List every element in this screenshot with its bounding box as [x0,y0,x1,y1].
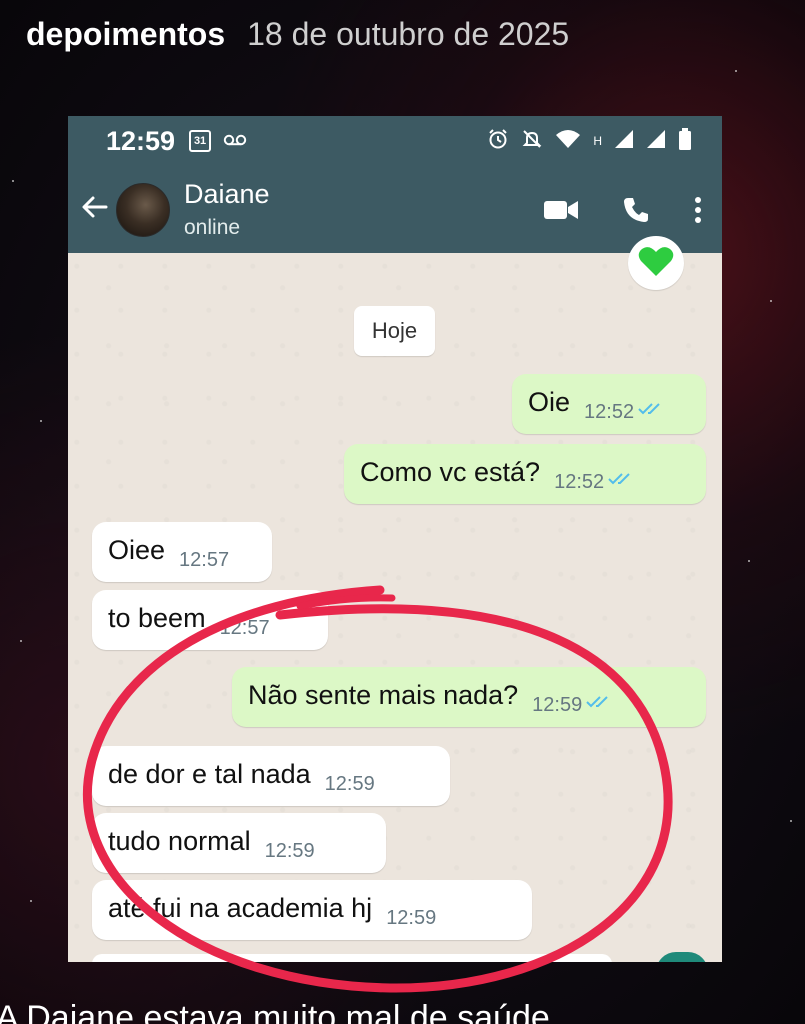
message-text: Oiee [108,535,166,565]
chat-header: Daiane online [68,166,722,253]
more-options-icon[interactable] [694,196,702,224]
story-date: 18 de outubro de 2025 [247,15,570,52]
voicemail-icon [223,131,247,151]
mute-icon [521,128,543,155]
heart-reaction [628,236,684,290]
message-incoming[interactable]: to beem 12:57 [92,590,328,650]
message-text: de dor e tal nada [108,759,311,789]
signal-icon [614,129,634,154]
next-message-edge [92,954,612,962]
video-call-icon[interactable] [544,199,578,221]
message-text: Oie [528,387,571,417]
calendar-icon: 31 [189,130,212,152]
status-bar: 12:59 31 H [68,116,722,166]
message-incoming[interactable]: tudo normal 12:59 [92,813,386,873]
message-incoming[interactable]: Oiee 12:57 [92,522,272,582]
whatsapp-screenshot: 12:59 31 H Daiane online Hoje Oie 12:52 … [68,116,722,962]
message-time: 12:52 [554,471,605,493]
battery-icon [678,127,692,155]
contact-status: online [184,216,241,239]
date-separator: Hoje [354,306,435,356]
message-text: até fui na academia hj [108,893,373,923]
story-caption: A Daiane estava muito mal de saúde [0,999,550,1024]
alarm-icon [487,128,509,155]
story-username[interactable]: depoimentos [26,16,225,53]
read-ticks-icon [608,472,634,491]
status-time: 12:59 [106,125,176,156]
message-text: Como vc está? [360,457,541,487]
message-incoming[interactable]: de dor e tal nada 12:59 [92,746,450,806]
message-time: 12:59 [324,773,375,795]
back-arrow-icon[interactable] [80,192,110,227]
message-time: 12:57 [179,549,230,571]
wifi-icon [555,129,581,154]
message-text: to beem [108,603,206,633]
message-time: 12:59 [264,840,315,862]
message-text: Não sente mais nada? [248,680,519,710]
message-time: 12:57 [219,617,270,639]
message-outgoing[interactable]: Não sente mais nada? 12:59 [232,667,706,727]
message-incoming[interactable]: até fui na academia hj 12:59 [92,880,532,940]
story-header: depoimentos 18 de outubro de 2025 [26,14,569,54]
green-heart-icon [638,245,674,282]
avatar[interactable] [116,182,170,237]
message-outgoing[interactable]: Oie 12:52 [512,374,706,434]
message-time: 12:59 [532,694,583,716]
contact-name: Daiane [184,179,270,209]
message-text: tudo normal [108,826,251,856]
voice-call-icon[interactable] [622,196,650,224]
read-ticks-icon [586,695,612,714]
message-outgoing[interactable]: Como vc está? 12:52 [344,444,706,504]
message-time: 12:59 [386,907,437,929]
read-ticks-icon [638,402,664,421]
network-type: H [593,134,602,148]
contact-info[interactable]: Daiane online [184,179,270,240]
message-time: 12:52 [584,401,635,423]
signal-icon-2 [646,129,666,154]
